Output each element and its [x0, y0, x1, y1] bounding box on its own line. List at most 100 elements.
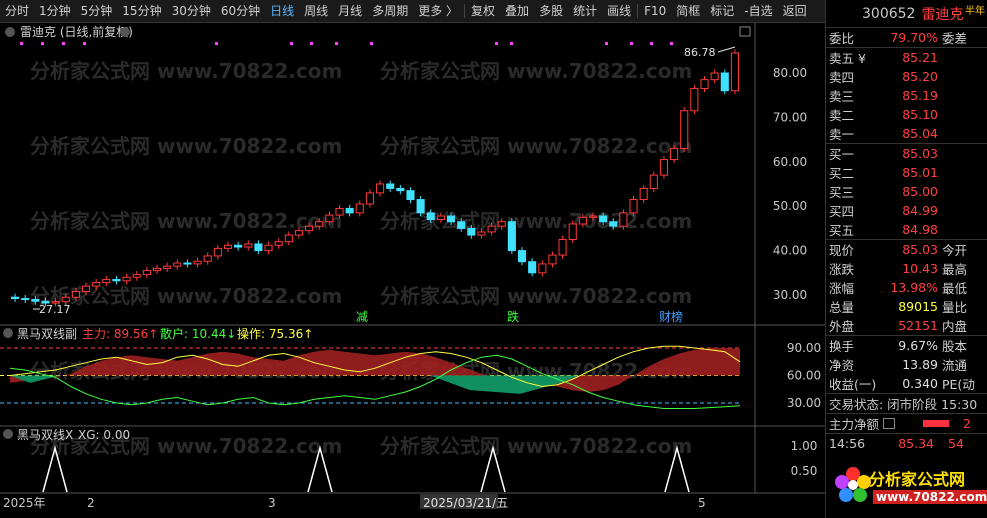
toolbar-item-10[interactable]: 更多 〉	[413, 0, 463, 23]
watermark-text: 分析家公式网 www.70822.com	[30, 59, 342, 83]
toolbar-item-15[interactable]: 画线	[602, 0, 636, 23]
candle-body	[599, 215, 608, 223]
candle-body	[730, 52, 739, 92]
candle-body	[21, 298, 30, 301]
candle-body	[436, 215, 445, 221]
toolbar-item-2[interactable]: 5分钟	[76, 0, 118, 23]
net-flow-label: 主力净额	[829, 417, 880, 432]
stat-row: 外盘 52151 内盘	[826, 316, 987, 335]
candle-body	[274, 241, 283, 246]
kline-chart[interactable]: 分析家公式网 www.70822.com 分析家公式网 www.70822.com…	[0, 23, 825, 518]
candle-body	[517, 250, 527, 263]
sub2-collapse-icon	[3, 429, 13, 439]
stat-value: 89015	[898, 299, 938, 314]
watermark-text: 分析家公式网 www.70822.com	[30, 434, 342, 458]
ask-row: 卖四 85.20	[826, 67, 987, 86]
watermark-text: 分析家公式网 www.70822.com	[30, 209, 342, 233]
stat2-label2: 流通	[942, 358, 968, 373]
toolbar-item-16[interactable]: F10	[639, 0, 671, 23]
candle-body	[376, 183, 385, 194]
toolbar-item-9[interactable]: 多周期	[367, 0, 413, 23]
toolbar-item-7[interactable]: 周线	[299, 0, 333, 23]
weicha-label: 委差	[942, 31, 968, 46]
stock-code: 300652	[862, 5, 916, 22]
logo-url: www.70822.com	[873, 490, 987, 504]
bid-label: 买一	[829, 147, 855, 162]
ask-row: 卖二 85.10	[826, 105, 987, 124]
stat2-label: 收益(一)	[829, 377, 877, 392]
toolbar-item-12[interactable]: 叠加	[500, 0, 534, 23]
toolbar-item-13[interactable]: 多股	[534, 0, 568, 23]
candle-body	[386, 183, 395, 189]
quote-panel: 300652 雷迪克 半年 委比 79.70% 委差 卖五 ¥ 85.21 卖四 85…	[825, 0, 987, 518]
ask-value: 85.04	[902, 126, 938, 141]
toolbar-item-18[interactable]: 标记	[705, 0, 739, 23]
ask-label: 卖三	[829, 89, 855, 104]
flower-logo-icon	[835, 467, 871, 502]
stat2-label: 净资	[829, 358, 855, 373]
candle-body	[152, 267, 162, 272]
stat-label2: 量比	[942, 300, 968, 315]
logo-text: 分析家公式网	[869, 470, 966, 489]
signal-dot	[650, 42, 653, 45]
toolbar-item-19[interactable]: -自选	[739, 0, 777, 23]
watermark-text: 分析家公式网 www.70822.com	[380, 284, 692, 308]
sub1-retail: 散户: 10.44↓	[160, 326, 236, 341]
tick-price: 85.34	[898, 436, 934, 451]
toolbar-item-20[interactable]: 返回	[778, 0, 812, 23]
toolbar-item-8[interactable]: 月线	[333, 0, 367, 23]
chart-area[interactable]: 分析家公式网 www.70822.com 分析家公式网 www.70822.com…	[0, 23, 825, 518]
candle-body	[315, 221, 324, 227]
toolbar-item-6[interactable]: 日线	[265, 0, 299, 23]
candle-body	[690, 88, 699, 112]
sub2-tick-label: 0.50	[791, 464, 818, 478]
candle-body	[639, 187, 648, 201]
candle-body	[223, 244, 233, 249]
signal-dot	[510, 42, 513, 45]
stat-row: 现价 85.03 今开	[826, 240, 987, 259]
candle-body	[700, 79, 709, 90]
dropdown-icon	[120, 27, 130, 37]
candle-body	[183, 262, 192, 265]
candle-body	[305, 225, 314, 232]
trade-status-row: 交易状态: 闭市阶段 15:30	[826, 394, 987, 413]
net-flow-icon[interactable]	[883, 418, 896, 429]
bid-label: 买四	[829, 204, 855, 219]
toolbar-item-14[interactable]: 统计	[568, 0, 602, 23]
signal-dot	[310, 42, 313, 45]
toolbar-item-11[interactable]: 复权	[466, 0, 500, 23]
toolbar-item-17[interactable]: 简框	[671, 0, 705, 23]
candle-body	[629, 199, 638, 214]
candle-body	[710, 72, 719, 81]
price-tick-label: 70.00	[773, 110, 807, 124]
candle-body	[335, 207, 344, 216]
signal-dot	[670, 42, 673, 45]
toolbar-item-1[interactable]: 1分钟	[34, 0, 76, 23]
toolbar-item-0[interactable]: 分时	[0, 0, 34, 23]
bid-label: 买三	[829, 185, 855, 200]
price-tick-label: 60.00	[773, 155, 807, 169]
candle-body	[11, 296, 20, 300]
marker-reduce: 减	[356, 310, 368, 324]
watermark-text: 分析家公式网 www.70822.com	[380, 434, 692, 458]
toolbar-item-4[interactable]: 30分钟	[167, 0, 216, 23]
net-flow-value: 2	[963, 416, 971, 431]
toolbar-item-3[interactable]: 15分钟	[117, 0, 166, 23]
toolbar-item-5[interactable]: 60分钟	[216, 0, 265, 23]
candle-body	[406, 190, 415, 201]
site-logo: 分析家公式网 www.70822.com	[833, 460, 987, 512]
period-toolbar: 分时 1分钟 5分钟 15分钟 30分钟 60分钟 日线 周线 月线 多周期 更多 〉复权 叠加 多股统…	[0, 0, 825, 23]
signal-dot	[62, 42, 65, 45]
xaxis-label: 2025/03/21/五	[423, 496, 508, 510]
candle-body	[528, 261, 537, 274]
ask-row: 卖一 85.04	[826, 124, 987, 143]
candle-body	[173, 262, 182, 267]
ask-value: 85.21	[902, 50, 938, 65]
stat2-value: 0.340	[902, 376, 938, 391]
period-badge[interactable]: 半年	[965, 2, 985, 17]
candle-body	[720, 72, 729, 92]
stock-name: 雷迪克	[921, 6, 964, 23]
stat2-row: 净资 13.89 流通	[826, 355, 987, 374]
sub1-main-force: 主力: 89.56↑	[82, 327, 158, 341]
net-flow-row[interactable]: 主力净额 2	[826, 414, 987, 433]
